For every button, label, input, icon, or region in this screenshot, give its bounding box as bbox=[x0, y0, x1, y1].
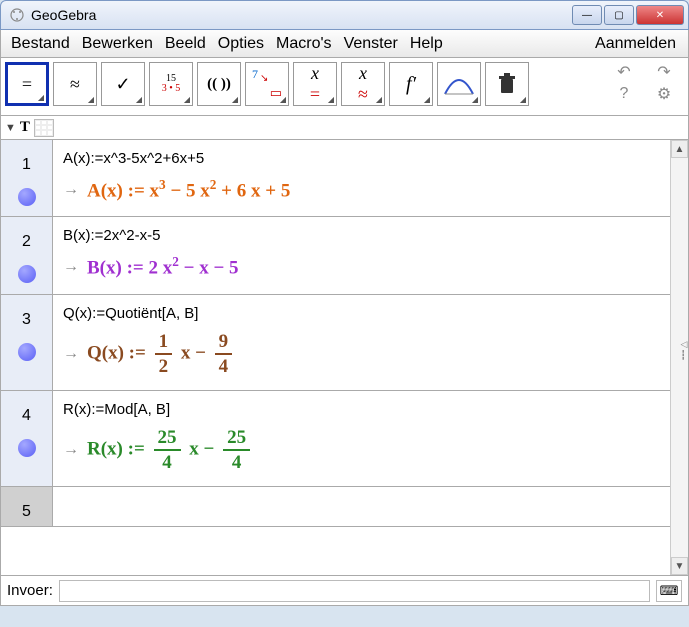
login-link[interactable]: Aanmelden bbox=[587, 35, 684, 53]
settings-button[interactable]: ⚙ bbox=[652, 84, 676, 104]
tool-equals[interactable]: =◢ bbox=[5, 62, 49, 106]
menu-bewerken[interactable]: Bewerken bbox=[76, 35, 159, 53]
scroll-up-button[interactable]: ▲ bbox=[671, 140, 688, 158]
row-header[interactable]: 2 bbox=[1, 217, 53, 293]
toolbar: =◢≈◢✓◢153 • 5◢(( ))◢7▭↘◢x =◢x ≈◢f′◢◢◢ ↶ … bbox=[0, 58, 689, 116]
redo-button[interactable]: ↷ bbox=[652, 62, 676, 82]
row-number: 3 bbox=[22, 311, 31, 329]
cas-row-empty[interactable]: 5 bbox=[1, 487, 670, 527]
input-bar: Invoer: ⌨ bbox=[0, 576, 689, 606]
tool-check[interactable]: ✓◢ bbox=[101, 62, 145, 106]
cas-input[interactable]: B(x):=2x^2-x-5 bbox=[63, 227, 660, 244]
window-title: GeoGebra bbox=[31, 7, 572, 23]
help-button[interactable]: ? bbox=[612, 84, 636, 104]
tool-x-approx[interactable]: x ≈◢ bbox=[341, 62, 385, 106]
row-number: 2 bbox=[22, 233, 31, 251]
row-header[interactable]: 1 bbox=[1, 140, 53, 216]
minimize-button[interactable]: — bbox=[572, 5, 602, 25]
maximize-button[interactable]: ▢ bbox=[604, 5, 634, 25]
tool-deriv[interactable]: f′◢ bbox=[389, 62, 433, 106]
subtoolbar: ▼ T bbox=[0, 116, 689, 140]
cas-output: → A(x) := x3 − 5 x2 + 6 x + 5 bbox=[63, 177, 660, 202]
cas-input[interactable]: Q(x):=Quotiënt[A, B] bbox=[63, 305, 660, 322]
row-header[interactable]: 4 bbox=[1, 391, 53, 486]
close-button[interactable]: ✕ bbox=[636, 5, 684, 25]
menu-venster[interactable]: Venster bbox=[338, 35, 404, 53]
output-arrow-icon: → bbox=[63, 441, 79, 459]
menu-beeld[interactable]: Beeld bbox=[159, 35, 212, 53]
keypad-icon[interactable] bbox=[34, 119, 54, 137]
view-toggle-icon[interactable]: ▼ bbox=[5, 122, 16, 134]
tool-approx[interactable]: ≈◢ bbox=[53, 62, 97, 106]
output-arrow-icon: → bbox=[63, 258, 79, 276]
undo-button[interactable]: ↶ bbox=[612, 62, 636, 82]
menu-opties[interactable]: Opties bbox=[212, 35, 270, 53]
cas-row[interactable]: 2 B(x):=2x^2-x-5 → B(x) := 2 x2 − x − 5 bbox=[1, 217, 670, 294]
tool-dist[interactable]: ◢ bbox=[437, 62, 481, 106]
app-icon bbox=[9, 7, 25, 23]
cas-output: → B(x) := 2 x2 − x − 5 bbox=[63, 254, 660, 279]
cas-input[interactable]: R(x):=Mod[A, B] bbox=[63, 401, 660, 418]
tool-delete[interactable]: ◢ bbox=[485, 62, 529, 106]
cas-input[interactable]: A(x):=x^3-5x^2+6x+5 bbox=[63, 150, 660, 167]
row-number: 4 bbox=[22, 407, 31, 425]
visibility-dot-icon[interactable] bbox=[18, 343, 36, 361]
scroll-down-button[interactable]: ▼ bbox=[671, 557, 688, 575]
input-label: Invoer: bbox=[7, 582, 53, 599]
menu-macros[interactable]: Macro's bbox=[270, 35, 338, 53]
cas-output: → Q(x) := 12 x − 94 bbox=[63, 332, 660, 376]
visibility-dot-icon[interactable] bbox=[18, 439, 36, 457]
side-panel-handle[interactable]: ◁┇ bbox=[679, 330, 689, 370]
cas-row[interactable]: 4 R(x):=Mod[A, B] → R(x) := 254 x − 254 bbox=[1, 391, 670, 487]
text-tool-button[interactable]: T bbox=[20, 119, 30, 136]
visibility-dot-icon[interactable] bbox=[18, 188, 36, 206]
row-header[interactable]: 3 bbox=[1, 295, 53, 390]
output-arrow-icon: → bbox=[63, 345, 79, 363]
tool-parens[interactable]: (( ))◢ bbox=[197, 62, 241, 106]
visibility-dot-icon[interactable] bbox=[18, 265, 36, 283]
cas-output: → R(x) := 254 x − 254 bbox=[63, 428, 660, 472]
tool-eval-pt[interactable]: 153 • 5◢ bbox=[149, 62, 193, 106]
cas-view: 1 A(x):=x^3-5x^2+6x+5 → A(x) := x3 − 5 x… bbox=[0, 140, 689, 576]
keyboard-button[interactable]: ⌨ bbox=[656, 580, 682, 602]
menu-help[interactable]: Help bbox=[404, 35, 449, 53]
tool-sub[interactable]: 7▭↘◢ bbox=[245, 62, 289, 106]
menu-bestand[interactable]: Bestand bbox=[5, 35, 76, 53]
row-header[interactable]: 5 bbox=[1, 487, 53, 526]
cas-row[interactable]: 1 A(x):=x^3-5x^2+6x+5 → A(x) := x3 − 5 x… bbox=[1, 140, 670, 217]
menubar: Bestand Bewerken Beeld Opties Macro's Ve… bbox=[0, 30, 689, 58]
tool-x-equals[interactable]: x =◢ bbox=[293, 62, 337, 106]
output-arrow-icon: → bbox=[63, 181, 79, 199]
command-input[interactable] bbox=[59, 580, 650, 602]
titlebar: GeoGebra — ▢ ✕ bbox=[0, 0, 689, 30]
cas-row[interactable]: 3 Q(x):=Quotiënt[A, B] → Q(x) := 12 x − … bbox=[1, 295, 670, 391]
row-number: 5 bbox=[22, 503, 31, 521]
row-number: 1 bbox=[22, 156, 31, 174]
